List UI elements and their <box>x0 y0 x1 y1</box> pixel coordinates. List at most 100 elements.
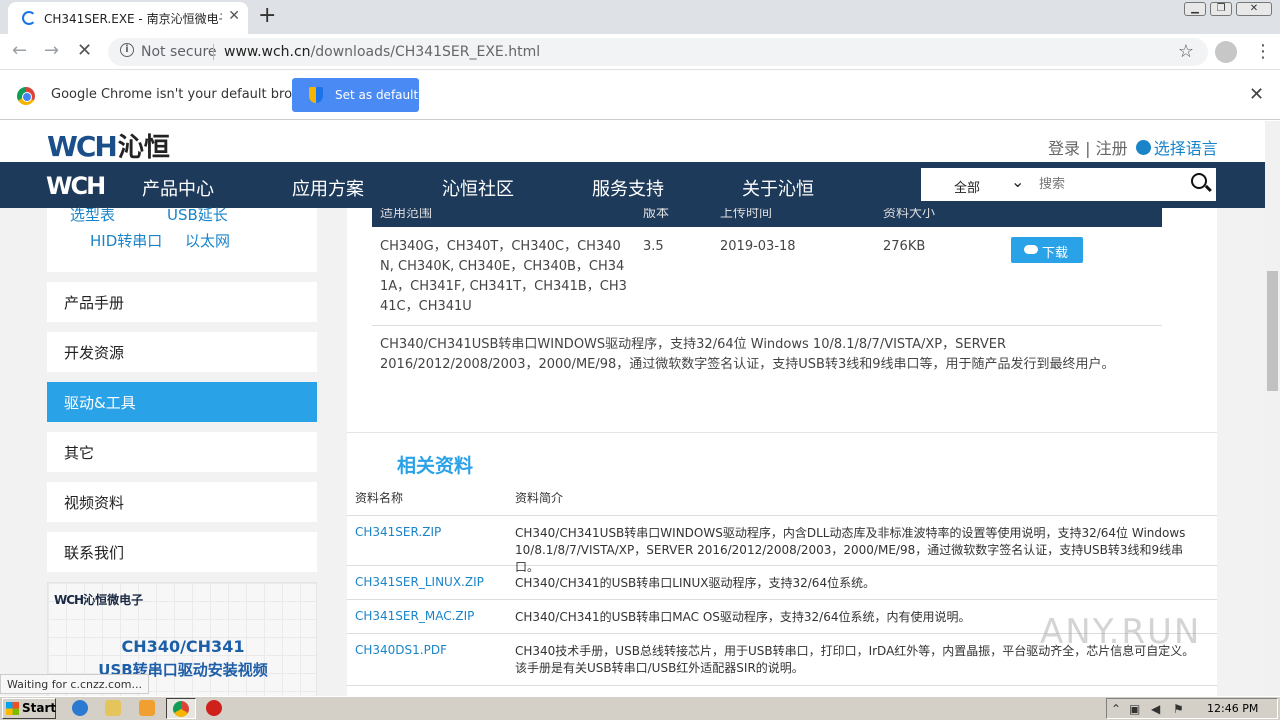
stop-sign-icon[interactable] <box>206 700 222 716</box>
maximize-button[interactable]: ❐ <box>1210 2 1232 16</box>
col-doc-info: 资料简介 <box>515 491 564 505</box>
divider <box>347 432 1217 433</box>
related-title: 相关资料 <box>397 455 474 477</box>
tab-close-icon[interactable]: ✕ <box>228 8 240 24</box>
infobar-message: Google Chrome isn't your default browser <box>51 87 323 102</box>
doc-link[interactable]: CH341SER.ZIP <box>355 525 441 539</box>
logo-cn: 沁恒 <box>117 133 170 163</box>
sidebar-item-videos[interactable]: 视频资料 <box>47 482 317 522</box>
infobar-close-icon[interactable]: ✕ <box>1249 84 1264 105</box>
site-logo[interactable]: WCH沁恒 <box>47 127 170 164</box>
login-link[interactable]: 登录 <box>1048 139 1080 158</box>
browser-tab[interactable]: CH341SER.EXE - 南京沁恒微电子股份 ✕ <box>8 2 248 34</box>
address-bar[interactable]: i Not secure www.wch.cn/downloads/CH341S… <box>108 38 1208 66</box>
register-link[interactable]: 注册 <box>1096 139 1128 158</box>
download-row: CH340G，CH340T，CH340C，CH340N, CH340K, CH3… <box>372 227 1162 326</box>
sidebar-item-other[interactable]: 其它 <box>47 432 317 472</box>
language-link[interactable]: 选择语言 <box>1154 139 1218 158</box>
promo-brand-latin: WCH <box>54 593 84 607</box>
sidebar-item-drivers-tools[interactable]: 驱动&工具 <box>47 382 317 422</box>
back-icon[interactable]: ← <box>12 40 27 61</box>
menu-icon[interactable]: ⋮ <box>1254 41 1272 62</box>
url-text[interactable]: www.wch.cn/downloads/CH341SER_EXE.html <box>224 44 540 60</box>
minimize-button[interactable]: ▁ <box>1184 2 1206 16</box>
promo-brand-cn: 沁恒微电子 <box>83 593 144 607</box>
start-label: Start <box>22 701 57 715</box>
sublink-ethernet[interactable]: 以太网 <box>185 230 230 251</box>
new-tab-button[interactable]: + <box>258 3 276 28</box>
profile-avatar-icon[interactable] <box>1215 41 1237 63</box>
url-host: www.wch.cn <box>224 44 311 60</box>
col-size: 资料大小 <box>883 208 936 221</box>
window-close-button[interactable]: ✕ <box>1236 2 1272 16</box>
chevron-down-icon[interactable]: ⌄ <box>1011 172 1024 191</box>
page-scrollbar[interactable] <box>1265 121 1280 696</box>
ie-icon[interactable] <box>72 700 88 716</box>
related-table-header: 资料名称 资料简介 <box>347 484 1217 516</box>
driver-description: CH340/CH341USB转串口WINDOWS驱动程序，支持32/64位 Wi… <box>380 337 1115 372</box>
url-path: /downloads/CH341SER_EXE.html <box>310 44 541 60</box>
web-page: WCH沁恒 登录 | 注册 选择语言 WCH 产品中心 应用方案 沁恒社区 服务… <box>0 121 1265 696</box>
chrome-logo-icon <box>17 87 35 105</box>
main-nav: WCH 产品中心 应用方案 沁恒社区 服务支持 关于沁恒 全部 ⌄ <box>0 162 1265 208</box>
default-browser-infobar: Google Chrome isn't your default browser… <box>0 70 1280 120</box>
sidebar-sublinks: 选型表 USB延长 HID转串口 以太网 <box>47 206 317 272</box>
watermark: ANY.RUN <box>1040 612 1202 652</box>
search-input[interactable] <box>1039 173 1179 195</box>
doc-link[interactable]: CH340DS1.PDF <box>355 643 447 657</box>
windows-flag-icon <box>6 702 19 715</box>
nav-logo[interactable]: WCH <box>46 172 106 200</box>
doc-link[interactable]: CH341SER_MAC.ZIP <box>355 609 474 623</box>
security-label: Not secure <box>141 44 217 60</box>
sidebar-item-manuals[interactable]: 产品手册 <box>47 282 317 322</box>
doc-link[interactable]: CH341SER_LINUX.ZIP <box>355 575 484 589</box>
start-button[interactable]: Start <box>2 698 56 719</box>
sidebar-item-dev-resources[interactable]: 开发资源 <box>47 332 317 372</box>
globe-icon <box>1135 140 1151 155</box>
nav-products[interactable]: 产品中心 <box>142 175 214 201</box>
table-row: CH341SER.ZIP CH340/CH341USB转串口WINDOWS驱动程… <box>347 516 1217 574</box>
network-icon[interactable]: ▣ <box>1129 702 1143 716</box>
search-scope-select[interactable]: 全部 <box>954 177 980 196</box>
cloud-download-icon <box>1024 245 1038 254</box>
version-value: 3.5 <box>643 239 664 254</box>
nav-support[interactable]: 服务支持 <box>592 175 664 201</box>
bookmark-star-icon[interactable]: ☆ <box>1178 41 1194 62</box>
download-button[interactable]: 下载 <box>1011 237 1083 263</box>
taskbar: Start ⌃ ▣ ◀ ⚑ 12:46 PM <box>0 696 1280 720</box>
download-table-header: 适用范围 版本 上传时间 资料大小 <box>372 208 1162 227</box>
set-default-label: Set as default <box>335 88 419 102</box>
folder-icon[interactable] <box>105 700 121 716</box>
sublink-hid-serial[interactable]: HID转串口 <box>90 230 162 251</box>
site-header: WCH沁恒 登录 | 注册 选择语言 <box>0 121 1265 164</box>
divider: | <box>1085 139 1091 158</box>
stop-icon[interactable]: ✕ <box>77 40 92 61</box>
forward-icon[interactable]: → <box>44 40 59 61</box>
search-icon[interactable] <box>1191 173 1207 189</box>
sidebar-item-contact[interactable]: 联系我们 <box>47 532 317 572</box>
user-links: 登录 | 注册 选择语言 <box>1048 135 1218 159</box>
volume-icon[interactable]: ◀ <box>1151 702 1165 716</box>
media-player-icon[interactable] <box>139 700 155 716</box>
chrome-icon <box>173 701 189 717</box>
tray-expand-icon[interactable]: ⌃ <box>1111 702 1125 716</box>
sublink-usb-extend[interactable]: USB延长 <box>167 204 228 225</box>
flag-icon[interactable]: ⚑ <box>1173 702 1187 716</box>
status-bubble: Waiting for c.cnzz.com... <box>0 674 150 694</box>
col-scope: 适用范围 <box>380 208 433 221</box>
set-default-button[interactable]: Set as default <box>292 78 419 112</box>
nav-community[interactable]: 沁恒社区 <box>442 175 514 201</box>
clock: 12:46 PM <box>1207 702 1259 715</box>
loading-spinner-icon <box>22 11 36 25</box>
promo-brand: WCH沁恒微电子 <box>54 591 143 608</box>
scrollbar-thumb[interactable] <box>1267 271 1278 391</box>
col-version: 版本 <box>643 208 670 221</box>
nav-about[interactable]: 关于沁恒 <box>742 175 814 201</box>
taskbar-chrome-button[interactable] <box>166 698 196 719</box>
nav-solutions[interactable]: 应用方案 <box>292 175 364 201</box>
divider <box>213 44 214 60</box>
system-tray: ⌃ ▣ ◀ ⚑ 12:46 PM <box>1106 698 1278 719</box>
info-icon[interactable]: i <box>120 43 134 57</box>
table-row: CH341SER_LINUX.ZIP CH340/CH341的USB转串口LIN… <box>347 566 1217 600</box>
sublink-selection-table[interactable]: 选型表 <box>70 204 115 225</box>
